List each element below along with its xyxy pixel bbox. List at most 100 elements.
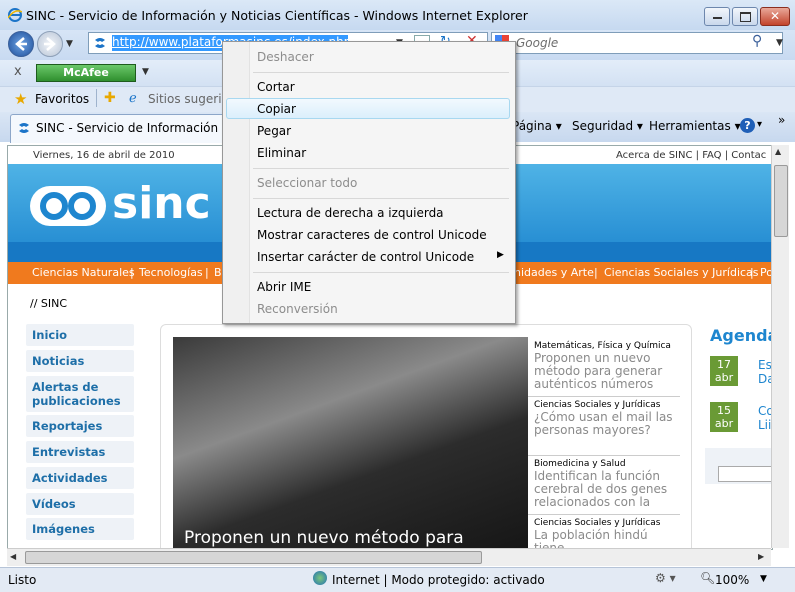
mcafee-button[interactable]: McAfee	[36, 64, 136, 82]
sidebar-item-reportajes[interactable]: Reportajes	[26, 415, 134, 437]
submenu-arrow-icon: ▶	[497, 250, 504, 260]
favorites-star-icon: ★	[14, 90, 28, 108]
sidebar-item-noticias[interactable]: Noticias	[26, 350, 134, 372]
help-icon[interactable]: ?	[740, 118, 755, 133]
minimize-button[interactable]	[704, 7, 730, 26]
add-favorite-icon[interactable]: ✚	[104, 90, 116, 106]
vertical-scrollbar[interactable]: ▲	[771, 145, 789, 548]
menu-ciencias-sociales[interactable]: Ciencias Sociales y Jurídicas	[604, 266, 759, 279]
news-item[interactable]: Biomedicina y Salud Identifican la funci…	[528, 456, 680, 515]
menu-humanidades[interactable]: nidades y Arte	[514, 266, 594, 279]
divider	[96, 89, 97, 107]
tools-menu-label: Herramientas	[649, 119, 731, 133]
menu-item-paste[interactable]: Pegar	[257, 124, 291, 138]
agenda-title: Agenda	[710, 326, 773, 345]
news-item[interactable]: Ciencias Sociales y Jurídicas ¿Cómo usan…	[528, 397, 680, 456]
menu-item-undo[interactable]: Deshacer	[257, 50, 314, 64]
mcafee-dropdown-icon[interactable]: ▼	[142, 67, 149, 77]
zoom-level[interactable]: 100%	[715, 573, 749, 587]
news-category: Biomedicina y Salud	[534, 459, 626, 469]
agenda-date-badge: 15 abr	[710, 402, 738, 432]
site-favicon-icon	[92, 35, 108, 51]
forward-button[interactable]	[37, 31, 63, 57]
faq-link[interactable]: FAQ	[702, 150, 721, 161]
agenda-search-input[interactable]	[718, 466, 772, 482]
sidebar-item-imagenes[interactable]: Imágenes	[26, 518, 134, 540]
search-options-dropdown-icon[interactable]: ▼	[776, 38, 783, 48]
news-title[interactable]: Identifican la función cerebral de dos g…	[528, 469, 680, 509]
vertical-scroll-thumb[interactable]	[774, 165, 788, 237]
more-commands-icon[interactable]: »	[778, 113, 785, 127]
sinc-logo-icon[interactable]	[30, 186, 106, 226]
logo-text[interactable]: sinc	[112, 178, 211, 229]
featured-image[interactable]	[173, 337, 528, 549]
help-dropdown-icon[interactable]: ▾	[757, 119, 762, 130]
news-item[interactable]: Matemáticas, Física y Química Proponen u…	[528, 338, 680, 397]
agenda-item-text[interactable]: Co Lii	[758, 404, 772, 432]
menu-separator	[253, 272, 509, 273]
tab-favicon-icon	[16, 120, 32, 136]
context-menu-gutter	[223, 42, 250, 323]
ie-page-icon: ℯ	[129, 91, 137, 106]
scroll-left-icon[interactable]: ◀	[10, 552, 16, 561]
zoom-icon[interactable]: 🔍︎	[700, 571, 715, 585]
security-zone-text[interactable]: Internet | Modo protegido: activado	[332, 573, 545, 587]
news-category: Ciencias Sociales y Jurídicas	[534, 400, 661, 410]
back-button[interactable]	[8, 31, 34, 57]
contact-link[interactable]: Contac	[731, 150, 766, 161]
recent-pages-dropdown-icon[interactable]: ▼	[66, 39, 73, 49]
menu-item-show-unicode[interactable]: Mostrar caracteres de control Unicode	[257, 228, 487, 242]
agenda-month: abr	[714, 417, 734, 430]
featured-caption[interactable]: Proponen un nuevo método para	[184, 528, 464, 548]
menu-item-rtl-reading[interactable]: Lectura de derecha a izquierda	[257, 206, 444, 220]
news-category: Matemáticas, Física y Química	[534, 341, 671, 351]
news-item[interactable]: Ciencias Sociales y Jurídicas La poblaci…	[528, 515, 680, 550]
sidebar-item-videos[interactable]: Vídeos	[26, 493, 134, 515]
agenda-month: abr	[714, 371, 734, 384]
security-menu[interactable]: Seguridad ▾	[572, 119, 643, 133]
menu-item-insert-unicode[interactable]: Insertar carácter de control Unicode	[257, 250, 474, 264]
menu-separator	[253, 198, 509, 199]
menu-item-delete[interactable]: Eliminar	[257, 146, 306, 160]
search-icon[interactable]: ⚲	[752, 33, 762, 49]
menu-biomedicina[interactable]: B	[214, 266, 222, 279]
scroll-right-icon[interactable]: ▶	[758, 552, 764, 561]
news-title[interactable]: ¿Cómo usan el mail las personas mayores?	[528, 410, 680, 437]
agenda-day: 17	[717, 358, 731, 371]
menu-item-select-all[interactable]: Seleccionar todo	[257, 176, 357, 190]
menu-tecnologias[interactable]: Tecnologías	[139, 266, 203, 279]
ie-logo-icon	[7, 8, 23, 22]
scroll-up-icon[interactable]: ▲	[775, 147, 781, 156]
agenda-item-text[interactable]: Es Da	[758, 358, 772, 386]
sidebar-item-inicio[interactable]: Inicio	[26, 324, 134, 346]
horizontal-scroll-thumb[interactable]	[25, 551, 482, 564]
about-link[interactable]: Acerca de SINC	[616, 150, 692, 161]
menu-separator	[253, 168, 509, 169]
menu-item-cut[interactable]: Cortar	[257, 80, 295, 94]
close-window-button[interactable]: ✕	[760, 7, 790, 26]
menu-item-open-ime[interactable]: Abrir IME	[257, 280, 311, 294]
search-input[interactable]: Google	[516, 36, 558, 50]
maximize-button[interactable]	[732, 7, 758, 26]
page-menu[interactable]: Página ▾	[512, 119, 562, 133]
sidebar-item-actividades[interactable]: Actividades	[26, 467, 134, 489]
tab-label: SINC - Servicio de Información y No	[36, 121, 222, 135]
protected-mode-icon[interactable]: ⚙ ▾	[655, 571, 676, 585]
news-title[interactable]: La población hindú tiene	[528, 528, 680, 550]
menu-item-copy[interactable]: Copiar	[257, 102, 296, 116]
menu-ciencias-naturales[interactable]: Ciencias Naturales	[32, 266, 135, 279]
forward-arrow-icon	[44, 37, 56, 51]
sidebar-item-entrevistas[interactable]: Entrevistas	[26, 441, 134, 463]
close-toolbar-button[interactable]: x	[14, 64, 22, 79]
tools-menu[interactable]: Herramientas ▾	[649, 119, 741, 133]
close-icon: ✕	[769, 9, 781, 23]
minimize-icon	[712, 17, 722, 19]
zoom-dropdown-icon[interactable]: ▼	[760, 574, 767, 584]
menu-item-reconversion[interactable]: Reconversión	[257, 302, 338, 316]
sidebar-item-alertas[interactable]: Alertas de publicaciones	[26, 376, 134, 412]
context-menu: Deshacer Cortar Copiar Pegar Eliminar Se…	[222, 41, 516, 324]
breadcrumb: // SINC	[30, 297, 68, 310]
favorites-button[interactable]: Favoritos	[35, 92, 89, 106]
horizontal-scrollbar[interactable]: ◀ ▶	[7, 548, 771, 566]
news-title[interactable]: Proponen un nuevo método para generar au…	[528, 351, 680, 391]
